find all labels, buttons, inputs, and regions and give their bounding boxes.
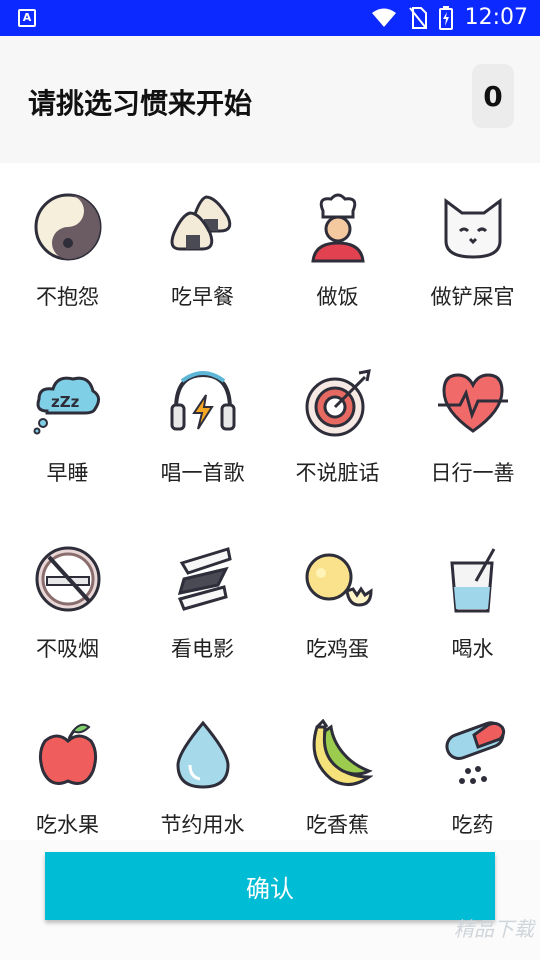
habit-item[interactable]: 吃鸡蛋 [270, 515, 405, 691]
habit-label: 不抱怨 [36, 285, 99, 309]
page-title: 请挑选习惯来开始 [28, 87, 253, 120]
habit-item[interactable]: 不说脏话 [270, 339, 405, 515]
habit-label: 做铲屎官 [430, 285, 515, 309]
status-bar: A 12:07 [0, 0, 540, 36]
habit-label: 节约用水 [160, 813, 245, 837]
cat-icon [444, 198, 502, 259]
chef-icon [311, 193, 365, 263]
habit-label: 吃鸡蛋 [306, 637, 369, 661]
headphones-icon [170, 371, 236, 431]
pill-icon [445, 721, 506, 784]
confirm-button[interactable]: 确认 [45, 852, 495, 920]
no-sim-icon [408, 7, 427, 29]
apple-icon [38, 723, 98, 785]
banana-icon [312, 719, 373, 786]
habit-item[interactable]: 不吸烟 [0, 515, 135, 691]
habit-label: 吃早餐 [171, 285, 234, 309]
habit-item[interactable]: 吃早餐 [135, 163, 270, 339]
water-glass-icon [450, 548, 496, 613]
habit-item[interactable]: 不抱怨 [0, 163, 135, 339]
habit-label: 吃药 [451, 813, 494, 837]
header: 请挑选习惯来开始 0 [0, 36, 540, 163]
onigiri-icon [170, 195, 232, 251]
habit-label: 喝水 [451, 637, 494, 661]
film-reel-icon [177, 547, 232, 611]
battery-charging-icon [438, 6, 453, 30]
habit-label: 吃香蕉 [306, 813, 369, 837]
habit-label: 唱一首歌 [160, 461, 245, 485]
habit-item[interactable]: zZz 早睡 [0, 339, 135, 515]
habit-item[interactable]: 看电影 [135, 515, 270, 691]
habit-label: 日行一善 [430, 461, 515, 485]
sleep-cloud-icon: zZz [33, 376, 100, 435]
selected-count-badge: 0 [472, 64, 514, 128]
habit-label: 不说脏话 [295, 461, 380, 485]
habit-label: 不吸烟 [36, 637, 99, 661]
yin-yang-icon [34, 193, 102, 261]
habit-item[interactable]: 日行一善 [405, 339, 540, 515]
habit-item[interactable]: 喝水 [405, 515, 540, 691]
status-time: 12:07 [464, 5, 528, 30]
no-smoking-icon [35, 546, 101, 612]
target-icon [305, 369, 371, 437]
egg-icon [305, 553, 373, 607]
status-icons: 12:07 [371, 6, 528, 30]
watermark: 精品下载 [454, 917, 534, 941]
habit-item[interactable]: 唱一首歌 [135, 339, 270, 515]
habit-label: 做饭 [316, 285, 359, 309]
wifi-icon [371, 8, 396, 27]
habit-item[interactable]: 做铲屎官 [405, 163, 540, 339]
habit-label: 早睡 [46, 461, 89, 485]
habit-item[interactable]: 做饭 [270, 163, 405, 339]
heartbeat-icon [438, 373, 508, 433]
water-drop-icon [176, 720, 230, 789]
habit-label: 看电影 [171, 637, 234, 661]
habit-label: 吃水果 [36, 813, 99, 837]
svg-text:zZz: zZz [51, 393, 80, 411]
app-notification-icon: A [18, 9, 36, 27]
